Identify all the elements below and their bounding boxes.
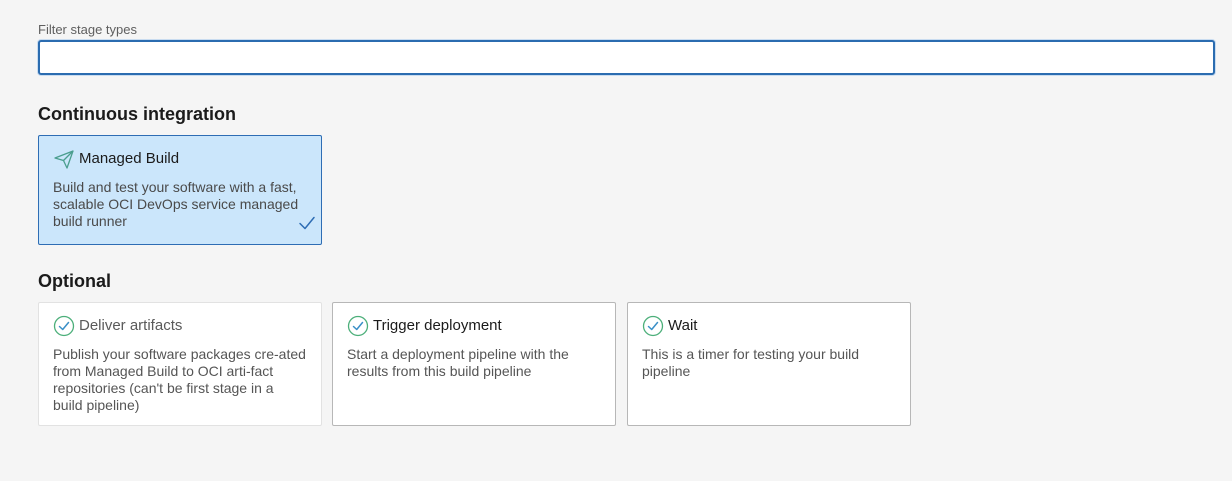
filter-stage-types-input[interactable]: [38, 40, 1215, 75]
filter-label: Filter stage types: [38, 22, 137, 37]
card-header: Deliver artifacts: [53, 315, 182, 337]
card-description: Build and test your software with a fast…: [53, 179, 299, 229]
card-title: Deliver artifacts: [79, 317, 183, 334]
card-title: Managed Build: [79, 150, 180, 167]
section-title-optional: Optional: [38, 271, 111, 291]
card-header: Wait: [642, 315, 697, 337]
card-description: Start a deployment pipeline with the res…: [347, 346, 569, 379]
card-title: Wait: [668, 317, 698, 334]
card-header: Managed Build: [53, 148, 179, 170]
section-title-continuous-integration: Continuous integration: [38, 104, 236, 124]
stage-card-wait[interactable]: Wait This is a timer for testing your bu…: [627, 302, 911, 426]
stage-card-managed-build[interactable]: Managed Build Build and test your softwa…: [38, 135, 322, 245]
card-header: Trigger deployment: [347, 315, 502, 337]
paper-plane-icon: [53, 148, 75, 170]
card-description: Publish your software packages cre-ated …: [53, 346, 306, 413]
selected-checkmark-icon: [298, 214, 316, 232]
stage-card-deliver-artifacts[interactable]: Deliver artifacts Publish your software …: [38, 302, 322, 426]
stage-card-trigger-deployment[interactable]: Trigger deployment Start a deployment pi…: [332, 302, 616, 426]
card-title: Trigger deployment: [373, 317, 502, 334]
check-circle-icon: [53, 315, 75, 337]
card-description: This is a timer for testing your build p…: [642, 346, 860, 379]
check-circle-icon: [642, 315, 664, 337]
check-circle-icon: [347, 315, 369, 337]
